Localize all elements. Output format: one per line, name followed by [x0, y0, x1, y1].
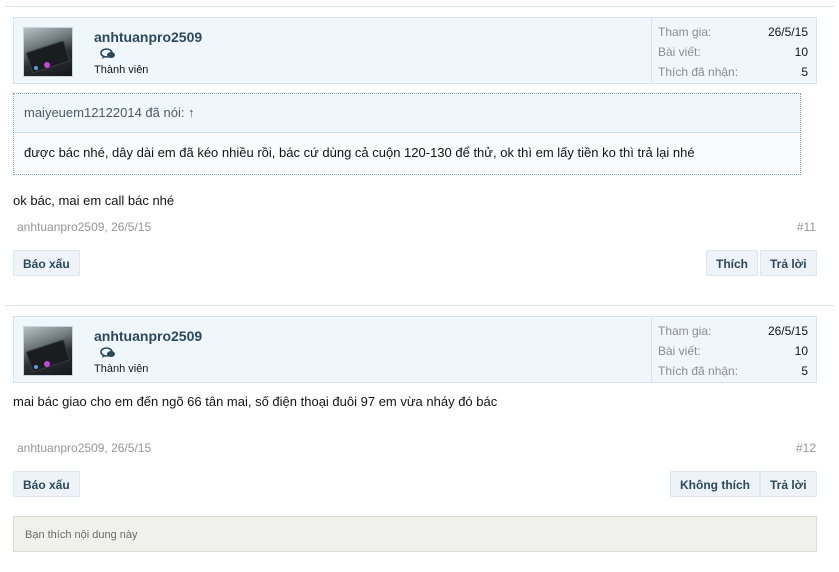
unlike-button[interactable]: Không thích: [670, 471, 760, 497]
stat-value: 26/5/15: [767, 25, 808, 39]
likes-summary: Bạn thích nội dung này: [13, 516, 817, 552]
post-meta[interactable]: anhtuanpro2509, 26/5/15: [17, 441, 151, 455]
reply-button[interactable]: Trả lời: [760, 471, 817, 497]
post-user-bar: anhtuanpro2509 Thành viên Tham gia: 26/5/…: [13, 17, 817, 84]
post-user-bar: anhtuanpro2509 Thành viên Tham gia: 26/5/…: [13, 316, 817, 383]
post-permalink[interactable]: #12: [796, 441, 816, 455]
user-avatar[interactable]: [23, 27, 73, 77]
stat-label: Thích đã nhận:: [658, 65, 739, 79]
stat-label: Bài viết:: [658, 45, 701, 59]
username-link[interactable]: anhtuanpro2509: [94, 29, 202, 45]
chat-bubble-icon[interactable]: [100, 48, 116, 60]
post-message: mai bác giao cho em đến ngõ 66 tân mai, …: [13, 394, 498, 409]
user-title: Thành viên: [94, 363, 149, 375]
quote-block: maiyeuem12122014 đã nói: ↑ được bác nhé,…: [13, 93, 801, 175]
chat-bubble-icon[interactable]: [100, 347, 116, 359]
quote-text: được bác nhé, dây dài em đã kéo nhiều rồ…: [24, 145, 695, 160]
post-separator: [5, 6, 834, 7]
stat-value: 26/5/15: [767, 324, 808, 338]
report-button[interactable]: Báo xấu: [13, 250, 80, 276]
reply-button[interactable]: Trả lời: [760, 250, 817, 276]
likes-summary-text: Bạn thích nội dung này: [25, 529, 138, 541]
user-stats: Tham gia: 26/5/15 Bài viết: 10 Thích đã nh…: [651, 317, 816, 382]
stat-label: Thích đã nhận:: [658, 364, 739, 378]
username-link[interactable]: anhtuanpro2509: [94, 328, 202, 344]
post-separator: [5, 305, 834, 306]
user-stats: Tham gia: 26/5/15 Bài viết: 10 Thích đã nh…: [651, 18, 816, 83]
stat-label: Tham gia:: [658, 324, 712, 338]
post-message: ok bác, mai em call bác nhé: [13, 193, 175, 208]
stat-value: 10: [794, 344, 808, 358]
post-meta[interactable]: anhtuanpro2509, 26/5/15: [17, 220, 151, 234]
stat-label: Tham gia:: [658, 25, 712, 39]
report-button[interactable]: Báo xấu: [13, 471, 80, 497]
stat-value: 10: [794, 45, 808, 59]
stat-value: 5: [801, 65, 808, 79]
like-button[interactable]: Thích: [706, 250, 758, 276]
quote-header[interactable]: maiyeuem12122014 đã nói: ↑: [14, 94, 800, 133]
stat-value: 5: [801, 364, 808, 378]
stat-label: Bài viết:: [658, 344, 701, 358]
quote-attribution[interactable]: maiyeuem12122014 đã nói: ↑: [24, 105, 195, 120]
user-avatar[interactable]: [23, 326, 73, 376]
post-permalink[interactable]: #11: [797, 220, 816, 234]
user-title: Thành viên: [94, 64, 149, 76]
